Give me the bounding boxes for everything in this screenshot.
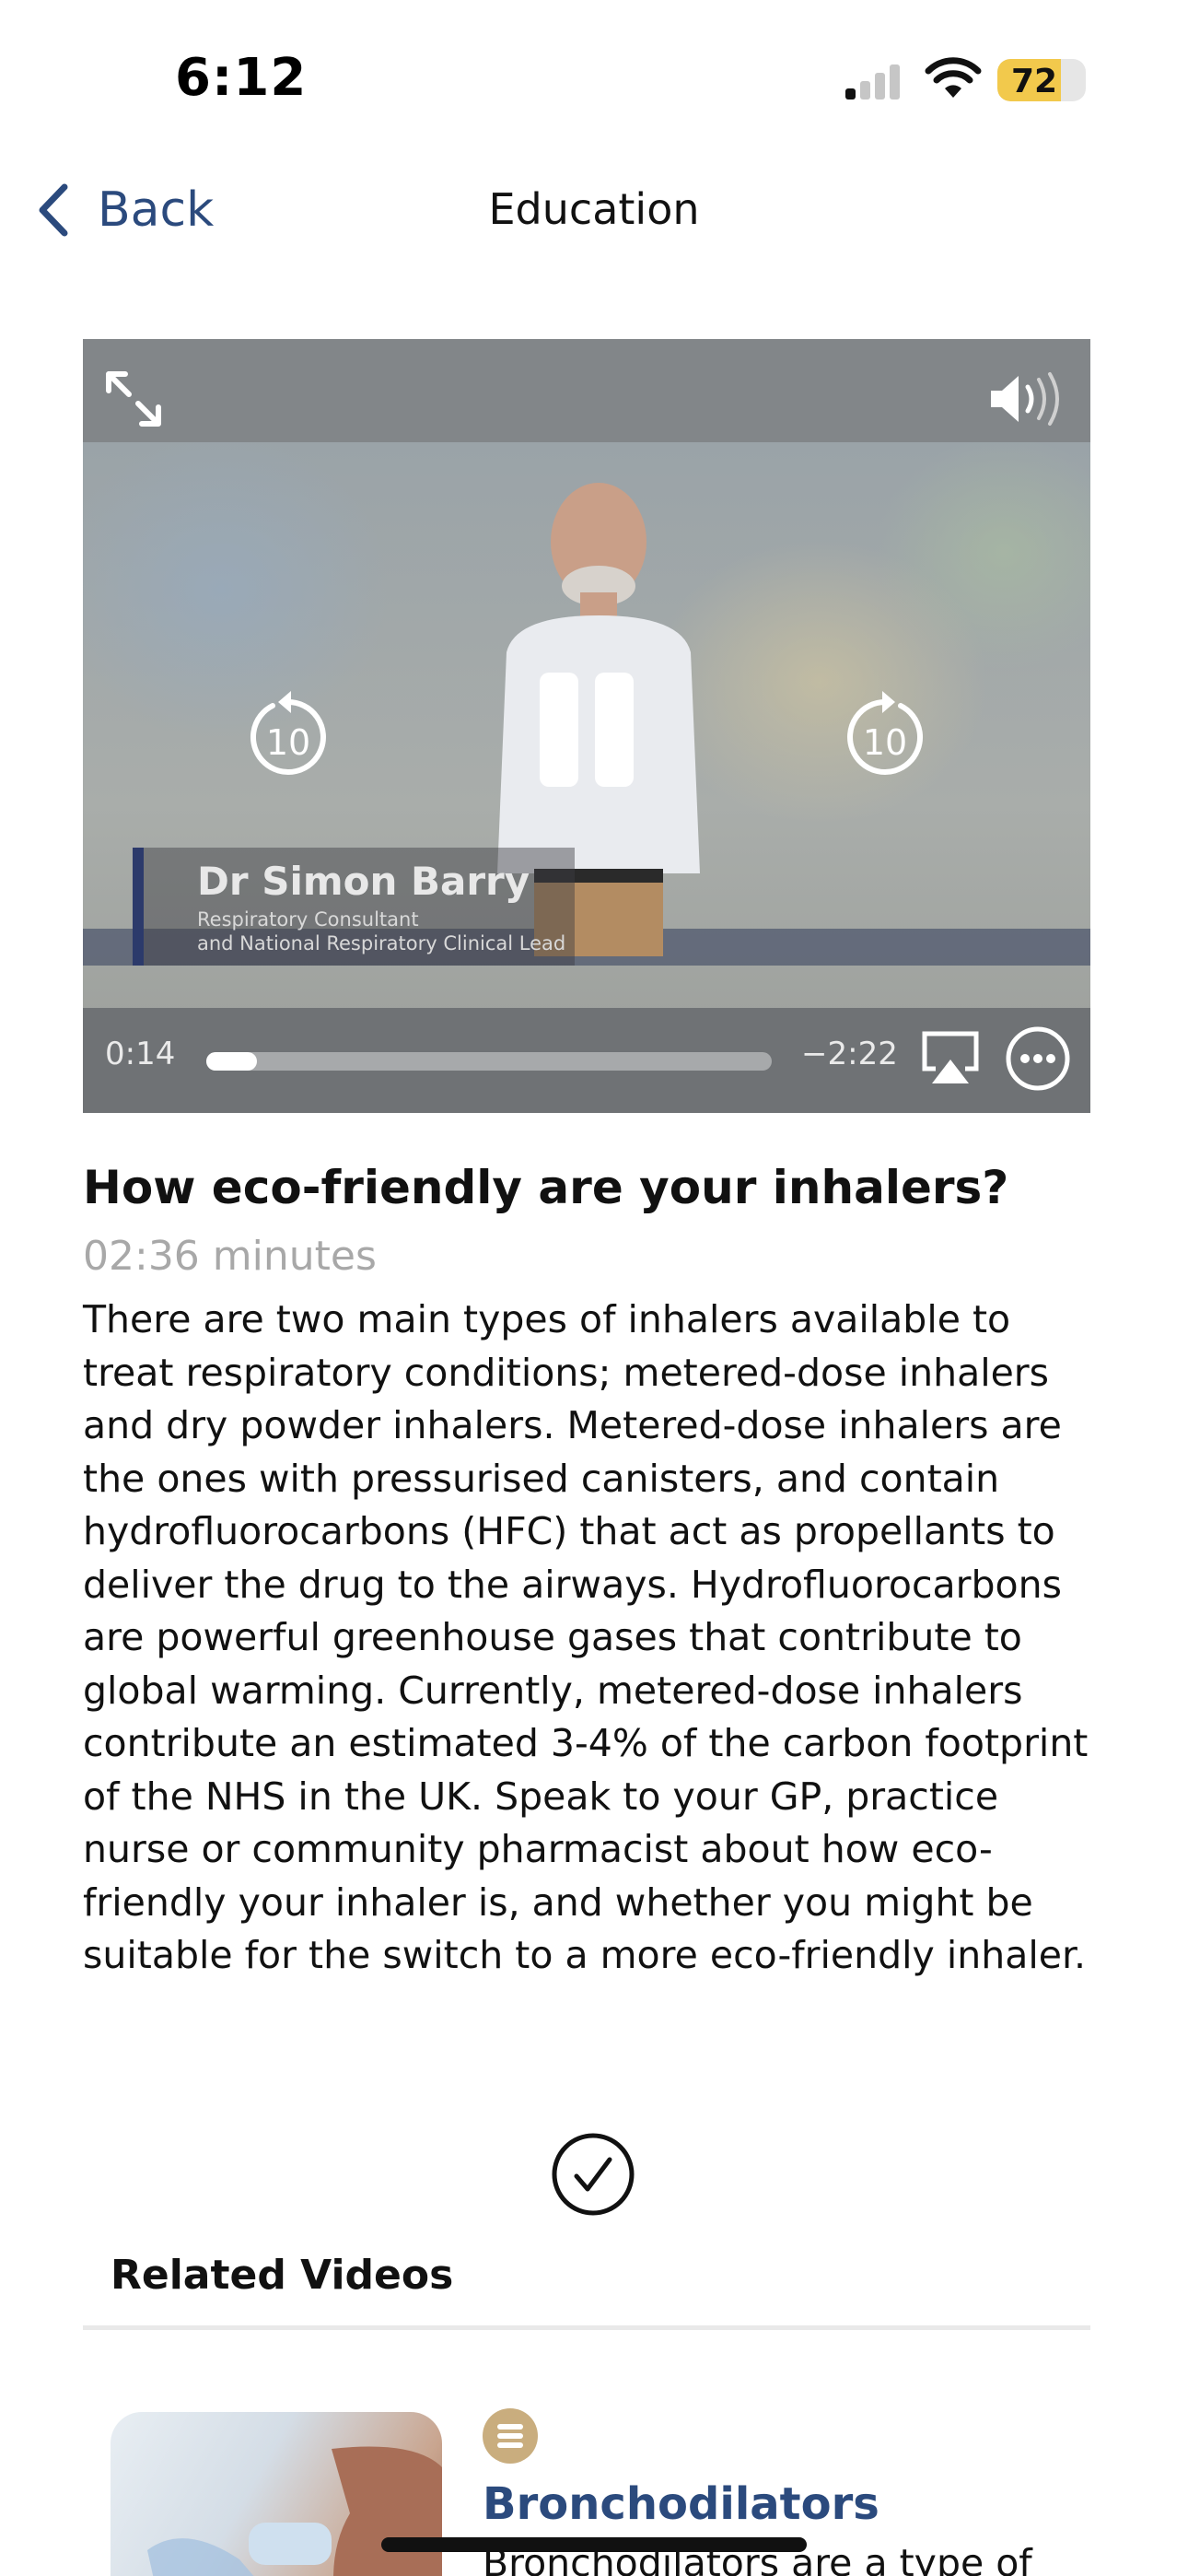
skip-forward-button[interactable]: 10: [842, 687, 928, 779]
pause-icon: [540, 673, 578, 787]
mark-complete-checkmark-icon[interactable]: [551, 2132, 635, 2217]
time-elapsed: 0:14: [105, 1036, 176, 1072]
presenter-name: Dr Simon Barry: [197, 859, 530, 904]
more-options-button[interactable]: [1004, 1025, 1072, 1093]
wifi-icon: [925, 57, 982, 98]
presenter-role-lead: and National Respiratory Clinical Lead: [197, 932, 566, 954]
airplay-icon: [922, 1031, 979, 1083]
page-title: Education: [488, 184, 700, 234]
speaker-icon: [991, 372, 1059, 426]
skip-forward-seconds: 10: [862, 722, 908, 763]
video-controls-bar: 0:14 −2:22: [83, 1008, 1090, 1113]
expand-icon: [106, 371, 161, 427]
home-indicator: [381, 2537, 807, 2552]
time-remaining: −2:22: [801, 1036, 898, 1072]
related-videos-heading: Related Videos: [111, 2252, 454, 2299]
cellular-signal-icon: [845, 64, 900, 100]
article-body: There are two main types of inhalers ava…: [83, 1297, 1089, 1977]
video-player[interactable]: Dr Simon Barry Respiratory Consultant an…: [83, 339, 1090, 1113]
pause-button[interactable]: [540, 673, 634, 787]
volume-button[interactable]: [985, 367, 1068, 431]
progress-fill: [206, 1052, 258, 1071]
fullscreen-button[interactable]: [101, 367, 166, 431]
pause-icon: [595, 673, 634, 787]
airplay-button[interactable]: [917, 1025, 984, 1091]
article-type-icon: [483, 2408, 538, 2464]
battery-percentage: 72: [1010, 63, 1058, 100]
article-duration: 02:36 minutes: [83, 1233, 377, 1280]
battery-indicator: 72: [997, 59, 1086, 101]
presenter-caption: Dr Simon Barry Respiratory Consultant an…: [133, 848, 575, 966]
divider: [83, 2325, 1090, 2330]
presenter-role: Respiratory Consultant: [197, 908, 419, 931]
ellipsis-circle-icon: [1006, 1026, 1070, 1091]
related-video-title[interactable]: Bronchodilators: [483, 2478, 879, 2530]
progress-scrubber[interactable]: [206, 1052, 772, 1071]
article-title: How eco-friendly are your inhalers?: [83, 1161, 1009, 1214]
video-top-bar: [83, 339, 1090, 442]
status-time: 6:12: [175, 48, 308, 108]
skip-back-button[interactable]: 10: [245, 687, 332, 779]
skip-back-seconds: 10: [265, 722, 311, 763]
